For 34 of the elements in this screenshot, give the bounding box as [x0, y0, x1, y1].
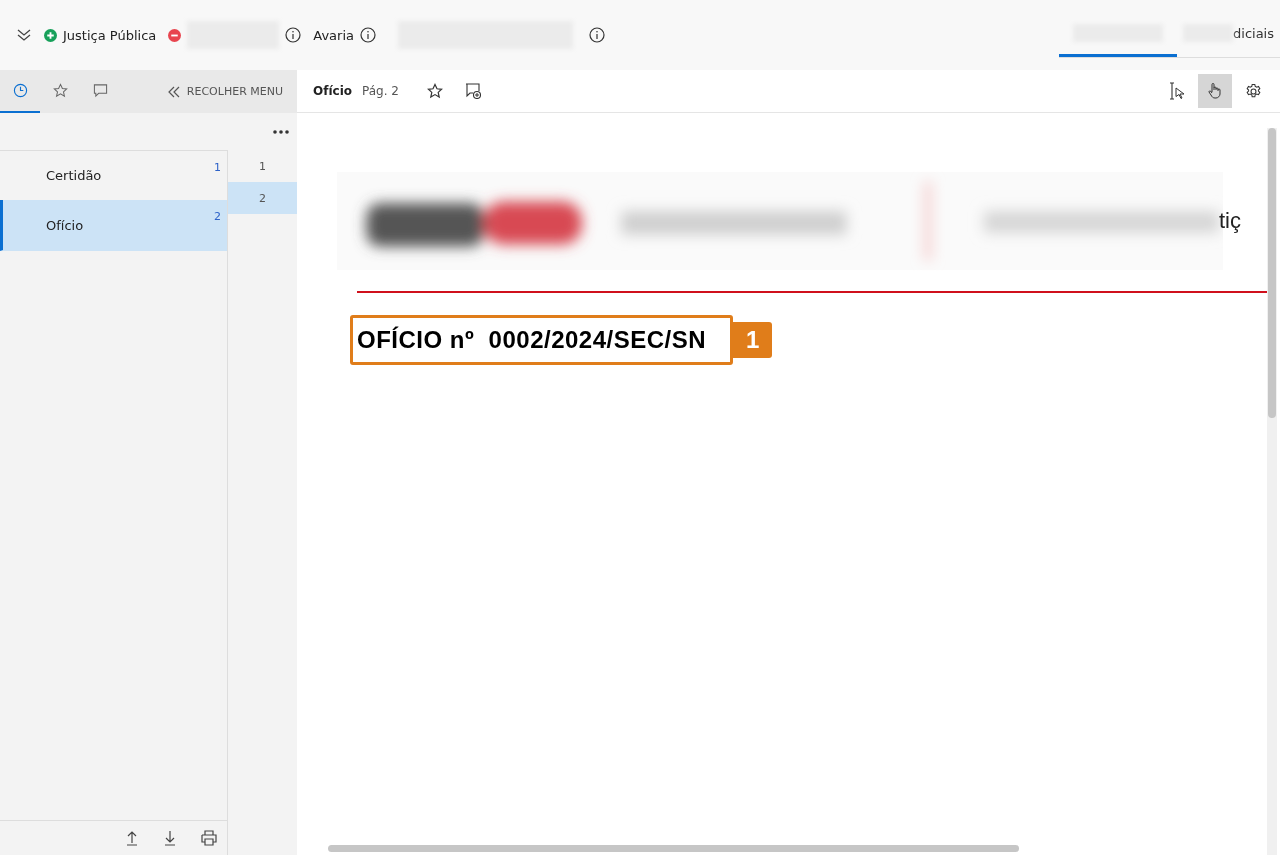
letterhead-text: tiç	[1219, 208, 1241, 234]
plus-circle-icon[interactable]	[44, 28, 57, 42]
hand-icon	[1207, 82, 1223, 100]
more-icon[interactable]	[273, 129, 289, 134]
download-icon[interactable]	[163, 830, 177, 846]
document-item[interactable]: Certidão 1	[0, 151, 227, 200]
double-chevron-left-icon	[166, 85, 181, 98]
star-icon	[426, 83, 443, 99]
info-icon[interactable]	[285, 27, 302, 43]
settings-icon	[1244, 82, 1262, 100]
page-thumbnail-item[interactable]: 2	[228, 182, 297, 214]
callout-number: 1	[733, 322, 773, 358]
info-icon[interactable]	[359, 27, 376, 43]
page-thumbnail-item[interactable]: 1	[228, 150, 297, 182]
document-title: Ofício	[313, 84, 352, 98]
upload-icon[interactable]	[125, 830, 139, 846]
page-indicator: Pág. 2	[362, 84, 399, 98]
text-cursor-icon	[1168, 82, 1186, 100]
star-icon	[52, 83, 68, 98]
tab[interactable]: diciais	[1177, 12, 1280, 57]
hand-tool-button[interactable]	[1198, 74, 1232, 108]
vertical-scrollbar[interactable]	[1267, 128, 1277, 855]
minus-circle-icon[interactable]	[168, 28, 182, 42]
tag-label: Justiça Pública	[63, 27, 157, 43]
expand-all-icon[interactable]	[16, 28, 32, 42]
info-icon[interactable]	[588, 27, 605, 43]
comment-plus-icon	[464, 83, 482, 99]
print-icon[interactable]	[201, 830, 217, 846]
comment-icon	[92, 83, 108, 98]
horizontal-scrollbar[interactable]	[328, 845, 1019, 852]
document-item[interactable]: Ofício 2	[0, 200, 227, 251]
field-label: Avaria	[313, 27, 354, 43]
document-heading: OFÍCIO nº 0002/2024/SEC/SN	[350, 315, 734, 365]
clock-icon	[12, 83, 28, 98]
